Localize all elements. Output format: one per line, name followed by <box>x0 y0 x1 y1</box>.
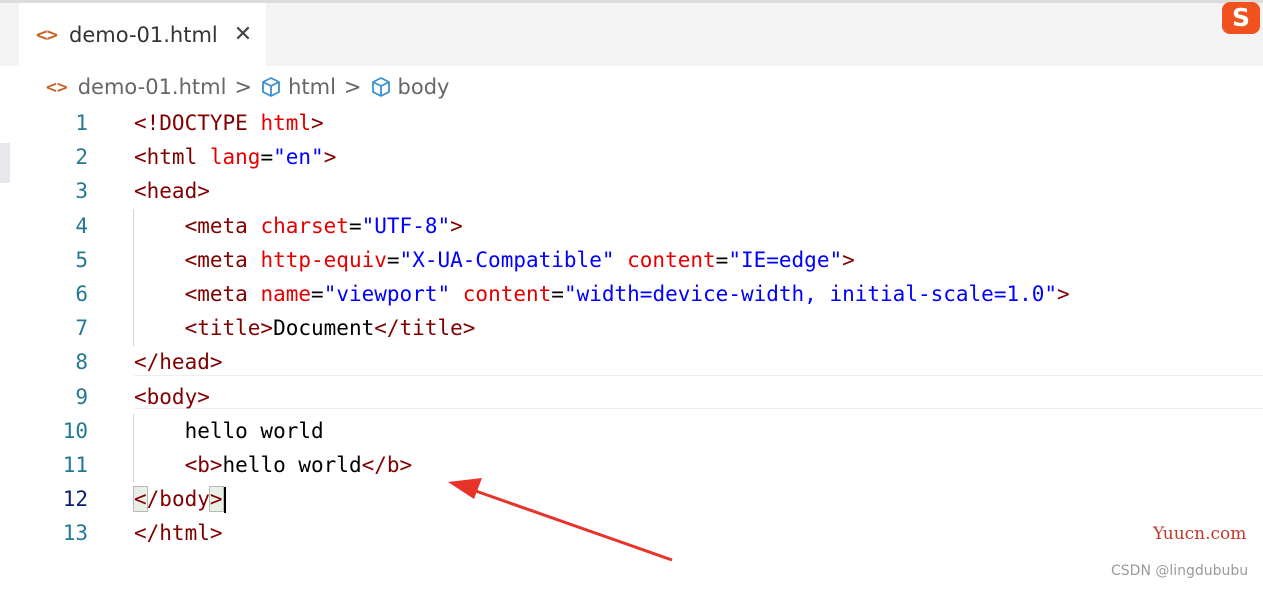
watermark-csdn: CSDN @lingdububu <box>1111 563 1249 579</box>
watermark-site: Yuucn.com <box>1153 524 1247 544</box>
annotation-arrow <box>448 478 673 562</box>
